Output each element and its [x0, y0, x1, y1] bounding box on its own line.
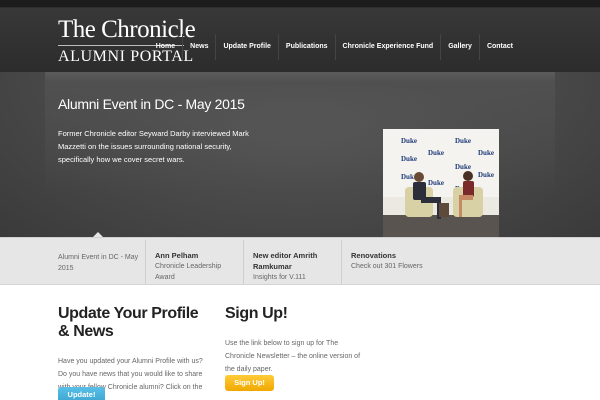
slide-thumb-title: Renovations — [351, 251, 397, 260]
slide-thumb-title: New editor Amrith Ramkumar — [253, 251, 318, 271]
top-strip — [0, 0, 600, 8]
hero-title[interactable]: Alumni Event in DC - May 2015 — [58, 96, 245, 112]
svg-text:Duke: Duke — [455, 163, 471, 171]
svg-text:Duke: Duke — [401, 137, 417, 145]
update-profile-heading: Update Your Profile & News — [58, 305, 199, 340]
slide-thumb-subtitle: Insights for V.111 — [253, 274, 306, 281]
signup-section: Sign Up! Use the link below to sign up f… — [225, 305, 360, 376]
slide-thumb-1[interactable]: Alumni Event in DC - May 2015 — [48, 240, 143, 284]
signup-button[interactable]: Sign Up! — [225, 375, 274, 391]
svg-text:Duke: Duke — [455, 137, 471, 145]
slide-thumb-label: Alumni Event in DC - May 2015 — [58, 254, 139, 272]
nav-contact[interactable]: Contact — [478, 34, 520, 60]
svg-text:Duke: Duke — [478, 149, 494, 157]
update-profile-section: Update Your Profile & News Have you upda… — [58, 305, 213, 400]
slide-thumb-subtitle: Chronicle Leadership Award — [155, 263, 222, 281]
svg-text:Duke: Duke — [428, 149, 444, 157]
nav-update-profile[interactable]: Update Profile — [215, 34, 277, 60]
event-photo-illustration: Duke Duke Duke Duke DukeDuke DukeDuke Duke… — [383, 129, 499, 237]
slide-thumb-2[interactable]: Ann Pelham Chronicle Leadership Award — [145, 240, 240, 284]
svg-text:Duke: Duke — [428, 179, 444, 187]
nav-gallery[interactable]: Gallery — [440, 34, 479, 60]
nav-home[interactable]: Home — [149, 34, 182, 60]
nav-news[interactable]: News — [182, 34, 215, 60]
nav-experience-fund[interactable]: Chronicle Experience Fund — [334, 34, 441, 60]
nav-publications[interactable]: Publications — [277, 34, 335, 60]
hero-description: Former Chronicle editor Seyward Darby in… — [58, 129, 249, 164]
site-header: The Chronicle ALUMNI PORTAL Home News Up… — [0, 8, 600, 72]
hero-event-photo[interactable]: Duke Duke Duke Duke Duke Duke Duke Duke Duke… — [383, 129, 499, 237]
slide-thumb-3[interactable]: New editor Amrith Ramkumar Insights for … — [243, 240, 338, 284]
signup-heading: Sign Up! — [225, 305, 288, 322]
main-nav: Home News Update Profile Publications Ch… — [149, 34, 520, 60]
slide-thumb-subtitle: Check out 301 Flowers — [351, 263, 423, 270]
update-button[interactable]: Update! — [58, 387, 105, 400]
svg-text:Duke: Duke — [478, 171, 494, 179]
signup-text: Use the link below to sign up for The Ch… — [225, 340, 361, 373]
svg-text:Duke: Duke — [401, 155, 417, 163]
slide-thumb-title: Ann Pelham — [155, 251, 199, 260]
slide-thumb-4[interactable]: Renovations Check out 301 Flowers — [341, 240, 436, 284]
